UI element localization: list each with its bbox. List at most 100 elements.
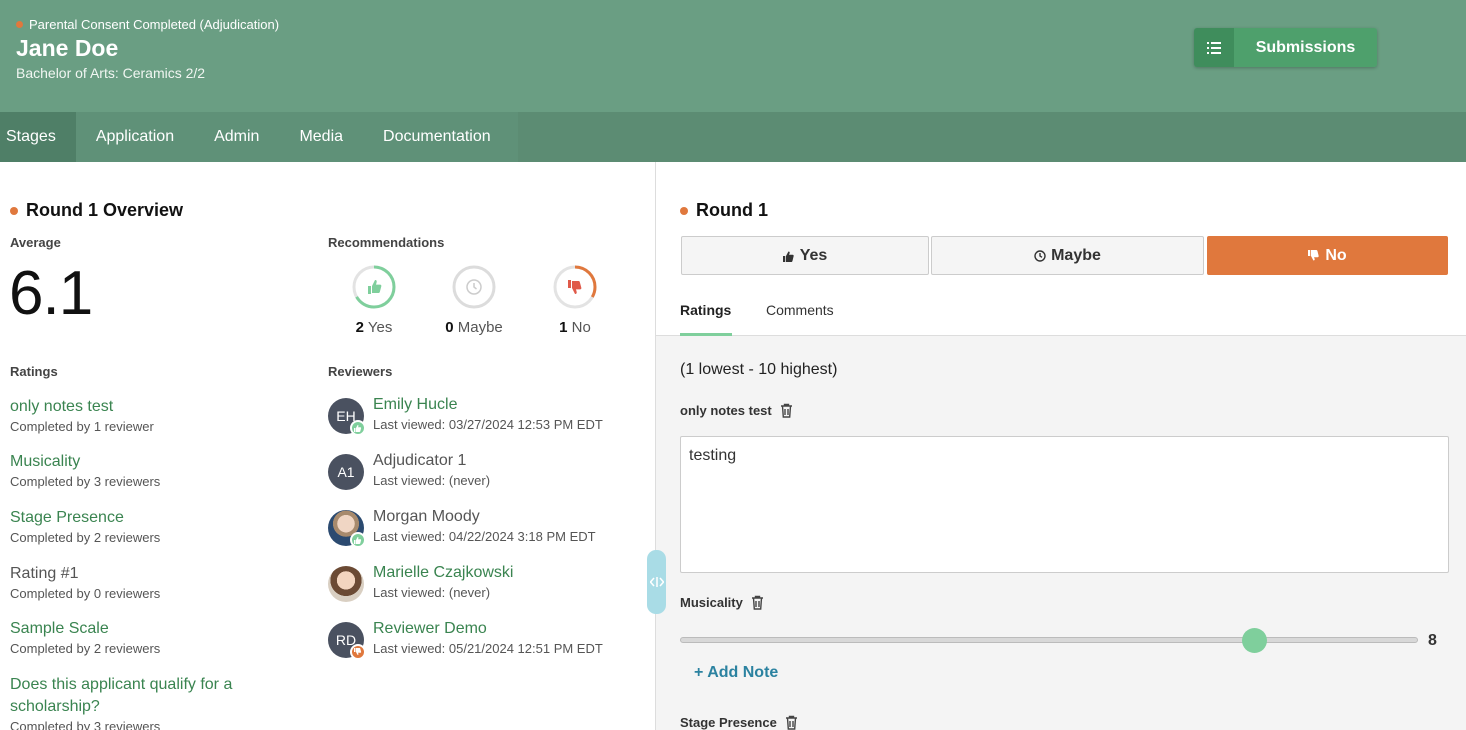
reviewer-last-viewed: Last viewed: 03/27/2024 12:53 PM EDT	[373, 417, 603, 432]
vote-no-button[interactable]: No	[1207, 236, 1448, 275]
rating-item: Rating #1 Completed by 0 reviewers	[10, 563, 300, 601]
trash-icon[interactable]	[780, 403, 793, 418]
vote-maybe-label: Maybe	[1051, 246, 1101, 264]
average-value: 6.1	[9, 259, 93, 328]
status-text: Parental Consent Completed (Adjudication…	[29, 17, 280, 32]
submissions-button[interactable]: Submissions	[1194, 28, 1377, 67]
scale-note: (1 lowest - 10 highest)	[680, 361, 838, 378]
reviewer-row: EH Emily Hucle Last viewed: 03/27/2024 1…	[328, 396, 648, 436]
add-note-link[interactable]: + Add Note	[694, 664, 778, 682]
tab-stages[interactable]: Stages	[0, 112, 76, 162]
no-count: 1	[559, 319, 568, 336]
tab-ratings[interactable]: Ratings	[680, 302, 731, 318]
avatar-photo	[328, 566, 364, 602]
status-line: Parental Consent Completed (Adjudication…	[16, 17, 279, 32]
rating-completion: Completed by 3 reviewers	[10, 474, 161, 489]
tab-documentation[interactable]: Documentation	[363, 112, 511, 162]
applicant-name: Jane Doe	[16, 35, 119, 61]
rating-completion: Completed by 3 reviewers	[10, 719, 161, 730]
trash-icon[interactable]	[785, 715, 798, 730]
yes-ring-icon	[352, 265, 396, 309]
resize-arrows-icon	[649, 577, 664, 587]
ratings-label: Ratings	[10, 364, 58, 379]
notes-textarea[interactable]: testing	[680, 436, 1449, 573]
round-header: Round 1 Yes Maybe No Ratings Comments	[656, 162, 1466, 336]
rating-name[interactable]: only notes test	[10, 396, 300, 418]
notes-label-text: only notes test	[680, 403, 772, 418]
yes-label: Yes	[367, 319, 393, 336]
thumbs-down-icon	[1308, 249, 1320, 260]
rating-name: Rating #1	[10, 565, 79, 582]
recommendation-no: 1 No	[530, 264, 620, 336]
round-title: Round 1	[680, 200, 768, 221]
maybe-ring-icon	[452, 265, 496, 309]
avatar: A1	[328, 454, 364, 490]
program-name: Bachelor of Arts: Ceramics 2/2	[16, 65, 206, 81]
rating-name[interactable]: Sample Scale	[10, 618, 300, 640]
main-nav: Stages Application Admin Media Documenta…	[0, 112, 1466, 162]
stage-presence-label-text: Stage Presence	[680, 715, 777, 730]
tab-media[interactable]: Media	[279, 112, 363, 162]
vote-yes-button[interactable]: Yes	[681, 236, 929, 275]
overview-title-text: Round 1 Overview	[26, 200, 184, 220]
musicality-slider[interactable]	[680, 637, 1418, 643]
thumbs-up-icon	[782, 251, 794, 262]
round-title-text: Round 1	[696, 200, 768, 220]
rating-name[interactable]: Musicality	[10, 451, 300, 473]
panel-resize-handle[interactable]	[647, 550, 666, 614]
applicant-header: Parental Consent Completed (Adjudication…	[0, 0, 1466, 112]
reviewer-last-viewed: Last viewed: 05/21/2024 12:51 PM EDT	[373, 641, 603, 656]
musicality-value: 8	[1428, 632, 1437, 649]
tab-comments[interactable]: Comments	[766, 302, 834, 318]
rating-name[interactable]: Stage Presence	[10, 507, 300, 529]
overview-title: Round 1 Overview	[10, 200, 183, 221]
no-label: No	[571, 319, 591, 336]
thumbs-up-icon	[350, 532, 366, 548]
overview-dot	[10, 206, 18, 215]
slider-thumb[interactable]	[1241, 628, 1267, 653]
overview-panel: Round 1 Overview Average 6.1 Recommendat…	[0, 162, 655, 730]
musicality-field-label: Musicality	[680, 595, 764, 610]
active-tab-indicator	[680, 333, 732, 336]
list-icon	[1194, 28, 1234, 67]
trash-icon[interactable]	[751, 595, 764, 610]
recommendation-yes: 2 Yes	[329, 264, 419, 336]
thumbs-down-icon	[350, 644, 366, 660]
rating-completion: Completed by 0 reviewers	[10, 586, 161, 601]
reviewers-label: Reviewers	[328, 364, 393, 379]
yes-count: 2	[355, 319, 364, 336]
average-label: Average	[10, 235, 61, 250]
reviewer-name[interactable]: Emily Hucle	[373, 396, 457, 414]
maybe-count: 0	[445, 319, 454, 336]
reviewer-last-viewed: Last viewed: (never)	[373, 473, 491, 488]
reviewer-last-viewed: Last viewed: 04/22/2024 3:18 PM EDT	[373, 529, 596, 544]
round-panel: Round 1 Yes Maybe No Ratings Comments (1…	[656, 162, 1466, 730]
clock-icon	[1034, 249, 1046, 262]
vote-maybe-button[interactable]: Maybe	[931, 236, 1204, 275]
reviewer-row: RD Reviewer Demo Last viewed: 05/21/2024…	[328, 620, 648, 660]
tab-admin[interactable]: Admin	[194, 112, 279, 162]
notes-field-label: only notes test	[680, 403, 793, 418]
musicality-label-text: Musicality	[680, 595, 743, 610]
reviewer-name[interactable]: Reviewer Demo	[373, 620, 487, 638]
vote-yes-label: Yes	[799, 246, 828, 264]
rating-name[interactable]: Does this applicant qualify for a schola…	[10, 674, 270, 718]
thumbs-up-icon	[350, 420, 366, 436]
rating-completion: Completed by 1 reviewer	[10, 419, 154, 434]
rating-item[interactable]: Musicality Completed by 3 reviewers	[10, 451, 300, 489]
round-dot	[680, 206, 688, 215]
rating-item[interactable]: Does this applicant qualify for a schola…	[10, 674, 270, 730]
stage-presence-field-label: Stage Presence	[680, 715, 798, 730]
reviewer-row: A1 Adjudicator 1 Last viewed: (never)	[328, 452, 648, 492]
reviewer-name: Adjudicator 1	[373, 452, 467, 469]
rating-item[interactable]: Stage Presence Completed by 2 reviewers	[10, 507, 300, 545]
reviewer-name[interactable]: Marielle Czajkowski	[373, 564, 513, 582]
rating-item[interactable]: Sample Scale Completed by 2 reviewers	[10, 618, 300, 656]
reviewer-row: Marielle Czajkowski Last viewed: (never)	[328, 564, 648, 604]
reviewer-row: Morgan Moody Last viewed: 04/22/2024 3:1…	[328, 508, 648, 548]
submissions-label: Submissions	[1234, 28, 1377, 67]
rating-item[interactable]: only notes test Completed by 1 reviewer	[10, 396, 300, 434]
maybe-label: Maybe	[457, 319, 503, 336]
tab-application[interactable]: Application	[76, 112, 194, 162]
status-dot	[16, 21, 23, 28]
